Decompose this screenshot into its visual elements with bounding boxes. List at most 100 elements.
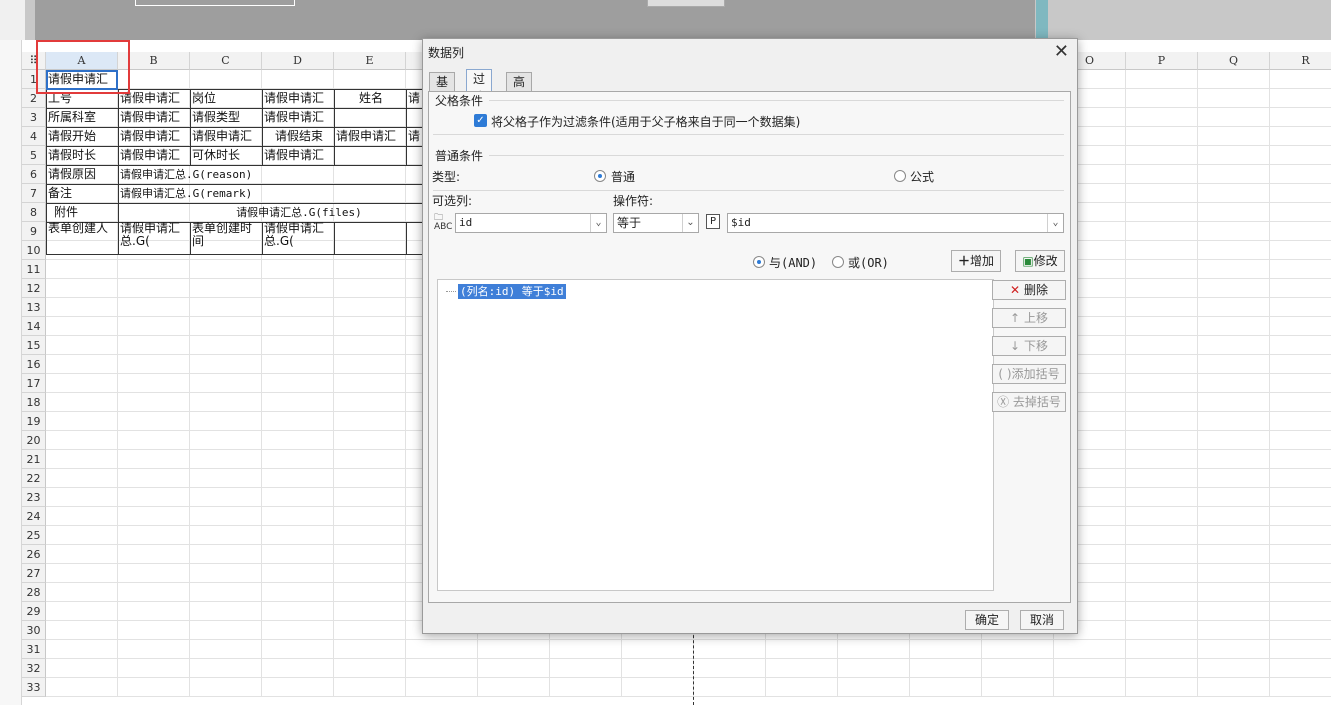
cell-e4[interactable]: 请假申请汇 — [334, 128, 406, 145]
row-header[interactable]: 32 — [22, 659, 46, 678]
edit-icon: ▣ — [1022, 254, 1034, 268]
cell-c2[interactable]: 岗位 — [190, 90, 262, 107]
tree-connector — [446, 291, 456, 292]
row-header[interactable]: 31 — [22, 640, 46, 659]
column-header[interactable]: D — [262, 52, 334, 70]
cell-a4[interactable]: 请假开始 — [46, 128, 118, 145]
parent-filter-label: 将父格子作为过滤条件(适用于父子格来自于同一个数据集) — [491, 115, 801, 129]
row-header[interactable]: 9 — [22, 222, 46, 241]
row-header[interactable]: 15 — [22, 336, 46, 355]
column-header[interactable]: Q — [1198, 52, 1270, 70]
column-header[interactable]: P — [1126, 52, 1198, 70]
cell-d5[interactable]: 请假申请汇 — [262, 147, 334, 164]
plus-icon: ＋ — [957, 254, 970, 268]
row-header[interactable]: 3 — [22, 108, 46, 127]
gridline — [1125, 70, 1126, 697]
row-header[interactable]: 7 — [22, 184, 46, 203]
move-up-label: 上移 — [1023, 311, 1048, 325]
add-bracket-button[interactable]: ( )添加括号 — [992, 364, 1066, 384]
row-header[interactable]: 4 — [22, 127, 46, 146]
type-label: 类型: — [432, 170, 461, 184]
row-header[interactable]: 26 — [22, 545, 46, 564]
row-header[interactable]: 20 — [22, 431, 46, 450]
modify-condition-button[interactable]: ▣修改 — [1015, 250, 1065, 272]
row-header[interactable]: 25 — [22, 526, 46, 545]
cell-c4[interactable]: 请假申请汇 — [190, 128, 262, 145]
tab-filter[interactable]: 过滤 — [466, 69, 493, 104]
cell-c3[interactable]: 请假类型 — [190, 109, 262, 126]
row-header[interactable]: 23 — [22, 488, 46, 507]
column-label: 可选列: — [432, 194, 473, 208]
row-header[interactable]: 24 — [22, 507, 46, 526]
delete-button[interactable]: ✕ 删除 — [992, 280, 1066, 300]
condition-item[interactable]: (列名:id) 等于$id — [458, 284, 566, 299]
row-header[interactable]: 5 — [22, 146, 46, 165]
row-header[interactable]: 10 — [22, 241, 46, 260]
row-header[interactable]: 33 — [22, 678, 46, 697]
cell-b4[interactable]: 请假申请汇 — [118, 128, 190, 145]
type-normal-label: 普通 — [611, 170, 636, 184]
cell-b9[interactable]: 请假申请汇总.G( — [118, 222, 190, 252]
close-icon[interactable]: ✕ — [1054, 41, 1069, 62]
move-down-button[interactable]: ↓ 下移 — [992, 336, 1066, 356]
cell-c9[interactable]: 表单创建时间 — [190, 222, 262, 252]
move-up-button[interactable]: ↑ 上移 — [992, 308, 1066, 328]
cell-d2[interactable]: 请假申请汇 — [262, 90, 334, 107]
ok-button[interactable]: 确定 — [965, 610, 1009, 630]
row-header[interactable]: 30 — [22, 621, 46, 640]
canvas-widget[interactable] — [647, 0, 725, 7]
type-formula-radio[interactable] — [894, 170, 906, 182]
value-input[interactable]: $id ⌄ — [727, 213, 1064, 233]
row-header[interactable]: 29 — [22, 602, 46, 621]
cell-c5[interactable]: 可休时长 — [190, 147, 262, 164]
remove-bracket-icon: Ⓧ — [997, 395, 1010, 409]
cell-d9[interactable]: 请假申请汇总.G( — [262, 222, 334, 252]
divider — [433, 190, 1064, 191]
row-header[interactable]: 13 — [22, 298, 46, 317]
cell-a5[interactable]: 请假时长 — [46, 147, 118, 164]
cell-a9[interactable]: 表单创建人 — [46, 222, 118, 252]
row-header[interactable]: 27 — [22, 564, 46, 583]
operator-select[interactable]: 等于 ⌄ — [613, 213, 699, 233]
canvas-shape[interactable] — [135, 0, 295, 6]
parameter-type-icon[interactable]: P — [706, 214, 720, 229]
row-header[interactable]: 21 — [22, 450, 46, 469]
cell-a3[interactable]: 所属科室 — [46, 109, 118, 126]
cancel-button[interactable]: 取消 — [1020, 610, 1064, 630]
add-condition-button[interactable]: ＋增加 — [951, 250, 1001, 272]
column-select[interactable]: id ⌄ — [455, 213, 607, 233]
row-header[interactable]: 19 — [22, 412, 46, 431]
cell-a6[interactable]: 请假原因 — [46, 166, 118, 183]
row-header[interactable]: 6 — [22, 165, 46, 184]
row-header[interactable]: 12 — [22, 279, 46, 298]
row-header[interactable]: 18 — [22, 393, 46, 412]
parent-filter-checkbox[interactable]: ✓ — [474, 114, 487, 127]
cell-a8[interactable]: 附件 — [46, 204, 118, 221]
type-normal-radio[interactable] — [594, 170, 606, 182]
left-side-strip — [0, 40, 22, 705]
column-header[interactable]: R — [1270, 52, 1331, 70]
row-header[interactable]: 28 — [22, 583, 46, 602]
cell-b5[interactable]: 请假申请汇 — [118, 147, 190, 164]
row-header[interactable]: 11 — [22, 260, 46, 279]
row-header[interactable]: 8 — [22, 203, 46, 222]
condition-list[interactable]: (列名:id) 等于$id — [437, 279, 994, 591]
logic-and-radio[interactable] — [753, 256, 765, 268]
row-header[interactable]: 17 — [22, 374, 46, 393]
remove-bracket-button[interactable]: Ⓧ 去掉括号 — [992, 392, 1066, 412]
row-header[interactable]: 14 — [22, 317, 46, 336]
row-header[interactable]: 22 — [22, 469, 46, 488]
bracket-icon: ( ) — [998, 367, 1012, 381]
column-header[interactable]: E — [334, 52, 406, 70]
gridline — [46, 696, 1331, 697]
cell-b3[interactable]: 请假申请汇 — [118, 109, 190, 126]
row-header[interactable]: 16 — [22, 355, 46, 374]
logic-or-radio[interactable] — [832, 256, 844, 268]
tab-basic[interactable]: 基本 — [429, 72, 456, 107]
tab-advanced[interactable]: 高级 — [506, 72, 533, 107]
cell-d4[interactable]: 请假结束 — [262, 128, 334, 145]
column-header[interactable]: C — [190, 52, 262, 70]
cell-a7[interactable]: 备注 — [46, 185, 118, 202]
cell-e2[interactable]: 姓名 — [334, 90, 406, 107]
cell-d3[interactable]: 请假申请汇 — [262, 109, 334, 126]
